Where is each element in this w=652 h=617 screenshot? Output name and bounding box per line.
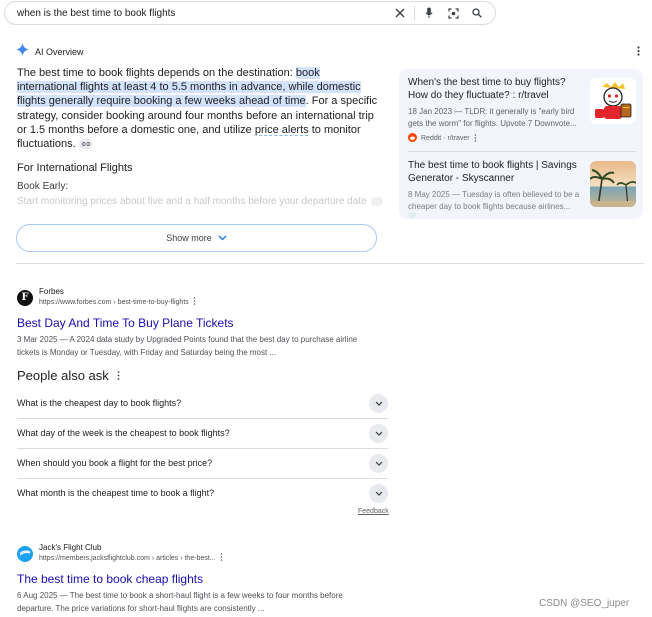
chevron-down-icon — [218, 233, 227, 243]
result-url-row: https://www.forbes.com › best-time-to-bu… — [39, 297, 196, 309]
divider — [16, 263, 644, 264]
source-thumbnail-beach — [590, 161, 636, 207]
paa-question-text: What day of the week is the cheapest to … — [17, 428, 230, 438]
reddit-icon — [408, 133, 417, 144]
people-also-ask-heading: People also ask — [17, 368, 120, 383]
more-options-icon[interactable] — [634, 45, 642, 57]
forbes-favicon: F — [17, 290, 33, 306]
close-icon[interactable] — [388, 3, 412, 23]
more-options-icon[interactable] — [117, 368, 120, 383]
favicon-letter: F — [21, 292, 29, 303]
search-bar[interactable]: when is the best time to book flights — [4, 1, 496, 25]
result-snippet: 6 Aug 2025 — The best time to book a sho… — [17, 591, 343, 613]
result-url-row: https://members.jacksflightclub.com › ar… — [39, 553, 223, 565]
faded-link-icon — [370, 196, 383, 206]
paa-question-4[interactable]: What month is the cheapest time to book … — [17, 478, 388, 508]
sources-panel: When's the best time to buy flights? How… — [399, 69, 643, 219]
result-header[interactable]: Jack's Flight Club https://members.jacks… — [17, 543, 387, 565]
section-heading: For International Flights — [17, 162, 133, 174]
paa-question-text: When should you book a flight for the be… — [17, 458, 213, 468]
source-title[interactable]: The best time to book flights | Savings … — [408, 159, 584, 185]
chevron-down-icon[interactable] — [369, 453, 388, 473]
faded-text: Start monitoring prices about five and a… — [17, 196, 367, 207]
chevron-down-icon[interactable] — [369, 393, 388, 413]
lens-icon[interactable] — [441, 3, 465, 23]
source-card-skyscanner[interactable]: The best time to book flights | Savings … — [408, 159, 636, 212]
result-title-link[interactable]: Best Day And Time To Buy Plane Tickets — [17, 316, 387, 331]
feedback-link[interactable]: Feedback — [358, 508, 389, 515]
divider — [414, 6, 415, 20]
paa-question-3[interactable]: When should you book a flight for the be… — [17, 448, 388, 478]
paa-question-text: What month is the cheapest time to book … — [17, 488, 215, 498]
result-site-name: Forbes — [39, 287, 64, 296]
result-snippet: 3 Mar 2025 — A 2024 data study by Upgrad… — [17, 335, 358, 357]
ai-overview-header: AI Overview — [16, 43, 84, 61]
paa-title-text: People also ask — [17, 368, 109, 383]
result-url: https://members.jacksflightclub.com › ar… — [39, 555, 216, 562]
more-options-icon[interactable] — [193, 297, 196, 309]
result-header[interactable]: F Forbes https://www.forbes.com › best-t… — [17, 287, 387, 309]
more-options-icon[interactable] — [220, 553, 223, 565]
chevron-down-icon[interactable] — [369, 483, 388, 503]
result-source: Jack's Flight Club https://members.jacks… — [39, 543, 223, 565]
microphone-icon[interactable] — [417, 3, 441, 23]
source-snippet: 18 Jan 2023 — TLDR: it generally is "ear… — [408, 107, 577, 128]
search-result-forbes: F Forbes https://www.forbes.com › best-t… — [17, 287, 387, 359]
show-more-label: Show more — [166, 233, 212, 243]
ai-overview-title: AI Overview — [35, 47, 84, 57]
search-input[interactable]: when is the best time to book flights — [17, 8, 388, 19]
sparkle-icon — [16, 43, 29, 61]
search-result-jacks-flight-club: Jack's Flight Club https://members.jacks… — [17, 543, 387, 615]
ai-overview-summary: The best time to book flights depends on… — [17, 66, 382, 151]
paa-question-2[interactable]: What day of the week is the cheapest to … — [17, 418, 388, 448]
sub-heading: Book Early: — [17, 181, 69, 192]
show-more-button[interactable]: Show more — [16, 224, 377, 252]
faded-preview-text: Start monitoring prices about five and a… — [17, 196, 383, 207]
source-site-name: Reddit · r/traver — [421, 135, 470, 142]
result-site-name: Jack's Flight Club — [39, 543, 102, 552]
divider — [408, 151, 636, 152]
chevron-down-icon[interactable] — [369, 423, 388, 443]
result-source: Forbes https://www.forbes.com › best-tim… — [39, 287, 196, 309]
source-link-icon[interactable] — [78, 139, 93, 150]
more-options-icon[interactable] — [474, 133, 477, 144]
jacks-flight-club-favicon — [17, 546, 33, 562]
faded-site-icon — [408, 212, 416, 218]
result-title-link[interactable]: The best time to book cheap flights — [17, 572, 387, 587]
source-snippet: 8 May 2025 — Tuesday is often believed t… — [408, 190, 580, 211]
source-card-reddit[interactable]: When's the best time to buy flights? How… — [408, 76, 636, 144]
result-url: https://www.forbes.com › best-time-to-bu… — [39, 299, 189, 306]
paa-question-text: What is the cheapest day to book flights… — [17, 398, 182, 408]
price-alerts-link[interactable]: price alerts — [255, 124, 309, 136]
search-icon[interactable] — [465, 3, 489, 23]
summary-text: The best time to book flights depends on… — [17, 67, 296, 79]
paa-question-1[interactable]: What is the cheapest day to book flights… — [17, 388, 388, 418]
source-site: Reddit · r/traver — [408, 133, 636, 144]
source-thumbnail-mascot — [590, 78, 636, 124]
source-title[interactable]: When's the best time to buy flights? How… — [408, 76, 584, 102]
watermark: CSDN @SEO_juper — [539, 598, 630, 609]
search-actions — [388, 3, 495, 23]
